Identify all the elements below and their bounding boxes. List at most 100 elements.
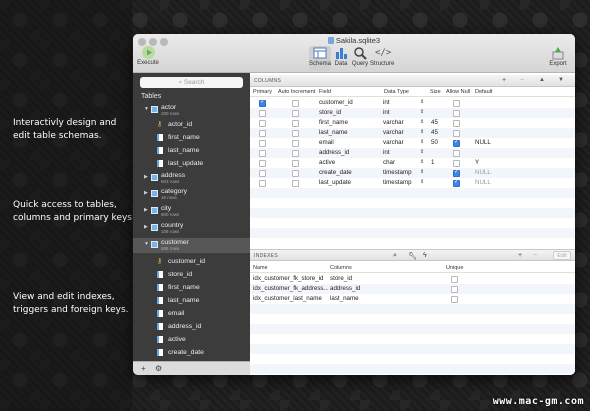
data-type[interactable]: varchar: [383, 119, 404, 126]
table-item-category[interactable]: ▶ category 16 rows: [133, 187, 250, 200]
type-stepper-icon[interactable]: ⇕: [420, 159, 424, 165]
column-item[interactable]: active: [133, 333, 250, 346]
add-table-button[interactable]: +: [141, 364, 146, 373]
unique-checkbox[interactable]: [451, 276, 458, 283]
allow-null-checkbox[interactable]: [453, 160, 460, 167]
primary-checkbox[interactable]: [259, 160, 266, 167]
field-name[interactable]: store_id: [319, 109, 341, 116]
field-name[interactable]: last_name: [319, 129, 348, 136]
primary-checkbox[interactable]: [259, 140, 266, 147]
export-button[interactable]: Export: [546, 46, 570, 67]
size-value[interactable]: 50: [431, 139, 438, 146]
primary-checkbox[interactable]: [259, 130, 266, 137]
index-row[interactable]: idx_customer_fk_address... address_id: [250, 284, 575, 294]
column-item[interactable]: last_update: [133, 157, 250, 170]
field-name[interactable]: create_date: [319, 169, 352, 176]
data-type[interactable]: int: [383, 109, 390, 116]
table-item-customer[interactable]: ▼ customer 599 rows: [133, 238, 250, 253]
type-stepper-icon[interactable]: ⇕: [420, 139, 424, 145]
size-value[interactable]: 1: [431, 159, 434, 166]
field-name[interactable]: address_id: [319, 149, 349, 156]
auto-increment-checkbox[interactable]: [292, 170, 299, 177]
data-tab[interactable]: Data: [332, 46, 350, 67]
field-name[interactable]: email: [319, 139, 334, 146]
auto-increment-checkbox[interactable]: [292, 140, 299, 147]
column-row[interactable]: customer_id int ⇕: [250, 98, 575, 108]
column-item[interactable]: last_name: [133, 294, 250, 307]
gear-icon[interactable]: ⚙: [155, 364, 162, 373]
primary-checkbox[interactable]: [259, 110, 266, 117]
schema-tab[interactable]: Schema: [309, 46, 331, 71]
type-stepper-icon[interactable]: ⇕: [420, 169, 424, 175]
column-row[interactable]: active char ⇕ 1 Y: [250, 158, 575, 168]
index-name[interactable]: idx_customer_last_name: [253, 295, 322, 302]
primary-checkbox[interactable]: [259, 150, 266, 157]
column-item[interactable]: ⚷ actor_id: [133, 118, 250, 131]
auto-increment-checkbox[interactable]: [292, 180, 299, 187]
field-name[interactable]: first_name: [319, 119, 348, 126]
index-row[interactable]: idx_customer_fk_store_id store_id: [250, 274, 575, 284]
index-columns[interactable]: last_name: [330, 295, 359, 302]
data-type[interactable]: varchar: [383, 139, 404, 146]
primary-checkbox[interactable]: [259, 180, 266, 187]
column-item[interactable]: first_name: [133, 131, 250, 144]
add-column-button[interactable]: +: [502, 77, 506, 84]
allow-null-checkbox[interactable]: [453, 130, 460, 137]
data-type[interactable]: timestamp: [383, 179, 412, 186]
index-columns[interactable]: store_id: [330, 275, 352, 282]
allow-null-checkbox[interactable]: [453, 100, 460, 107]
column-item[interactable]: first_name: [133, 281, 250, 294]
column-row[interactable]: address_id int ⇕: [250, 148, 575, 158]
type-stepper-icon[interactable]: ⇕: [420, 179, 424, 185]
auto-increment-checkbox[interactable]: [292, 120, 299, 127]
type-stepper-icon[interactable]: ⇕: [420, 149, 424, 155]
move-up-button[interactable]: ▲: [539, 77, 545, 83]
remove-column-button[interactable]: −: [520, 77, 524, 84]
size-value[interactable]: 45: [431, 119, 438, 126]
unique-checkbox[interactable]: [451, 286, 458, 293]
column-row[interactable]: store_id int ⇕: [250, 108, 575, 118]
default-value[interactable]: NULL: [475, 139, 491, 146]
auto-increment-checkbox[interactable]: [292, 110, 299, 117]
type-stepper-icon[interactable]: ⇕: [420, 109, 424, 115]
add-index-button[interactable]: +: [518, 252, 522, 259]
wrench-icon[interactable]: 🔧︎: [408, 252, 417, 260]
data-type[interactable]: varchar: [383, 129, 404, 136]
data-type[interactable]: int: [383, 149, 390, 156]
auto-increment-checkbox[interactable]: [292, 160, 299, 167]
default-value[interactable]: NULL: [475, 169, 491, 176]
field-name[interactable]: last_update: [319, 179, 351, 186]
index-name[interactable]: idx_customer_fk_address...: [253, 285, 329, 292]
column-item[interactable]: last_name: [133, 144, 250, 157]
default-value[interactable]: Y: [475, 159, 479, 166]
field-name[interactable]: active: [319, 159, 335, 166]
index-name[interactable]: idx_customer_fk_store_id: [253, 275, 324, 282]
allow-null-checkbox[interactable]: [453, 150, 460, 157]
table-item-country[interactable]: ▶ country 109 rows: [133, 221, 250, 234]
column-row[interactable]: first_name varchar ⇕ 45: [250, 118, 575, 128]
query-tab[interactable]: Query: [350, 46, 370, 67]
type-stepper-icon[interactable]: ⇕: [420, 99, 424, 105]
column-item[interactable]: email: [133, 307, 250, 320]
table-item-actor[interactable]: ▼ actor 200 rows: [133, 103, 250, 116]
remove-index-button[interactable]: −: [533, 252, 537, 259]
table-item-address[interactable]: ▶ address 603 rows: [133, 171, 250, 184]
primary-checkbox[interactable]: [259, 120, 266, 127]
column-row[interactable]: create_date timestamp ⇕ NULL: [250, 168, 575, 178]
size-value[interactable]: 45: [431, 129, 438, 136]
auto-increment-checkbox[interactable]: [292, 150, 299, 157]
move-down-button[interactable]: ▼: [558, 77, 564, 83]
allow-null-checkbox[interactable]: [453, 168, 460, 177]
allow-null-checkbox[interactable]: [453, 120, 460, 127]
column-row[interactable]: email varchar ⇕ 50 NULL: [250, 138, 575, 148]
unique-checkbox[interactable]: [451, 296, 458, 303]
column-item[interactable]: ⚷ customer_id: [133, 255, 250, 268]
primary-checkbox[interactable]: [259, 170, 266, 177]
structure-tab[interactable]: </> Structure: [370, 46, 394, 67]
auto-increment-checkbox[interactable]: [292, 100, 299, 107]
index-row[interactable]: idx_customer_last_name last_name: [250, 294, 575, 304]
magnifier-icon[interactable]: ⌕: [393, 252, 397, 260]
data-type[interactable]: int: [383, 99, 390, 106]
allow-null-checkbox[interactable]: [453, 178, 460, 187]
data-type[interactable]: char: [383, 159, 395, 166]
